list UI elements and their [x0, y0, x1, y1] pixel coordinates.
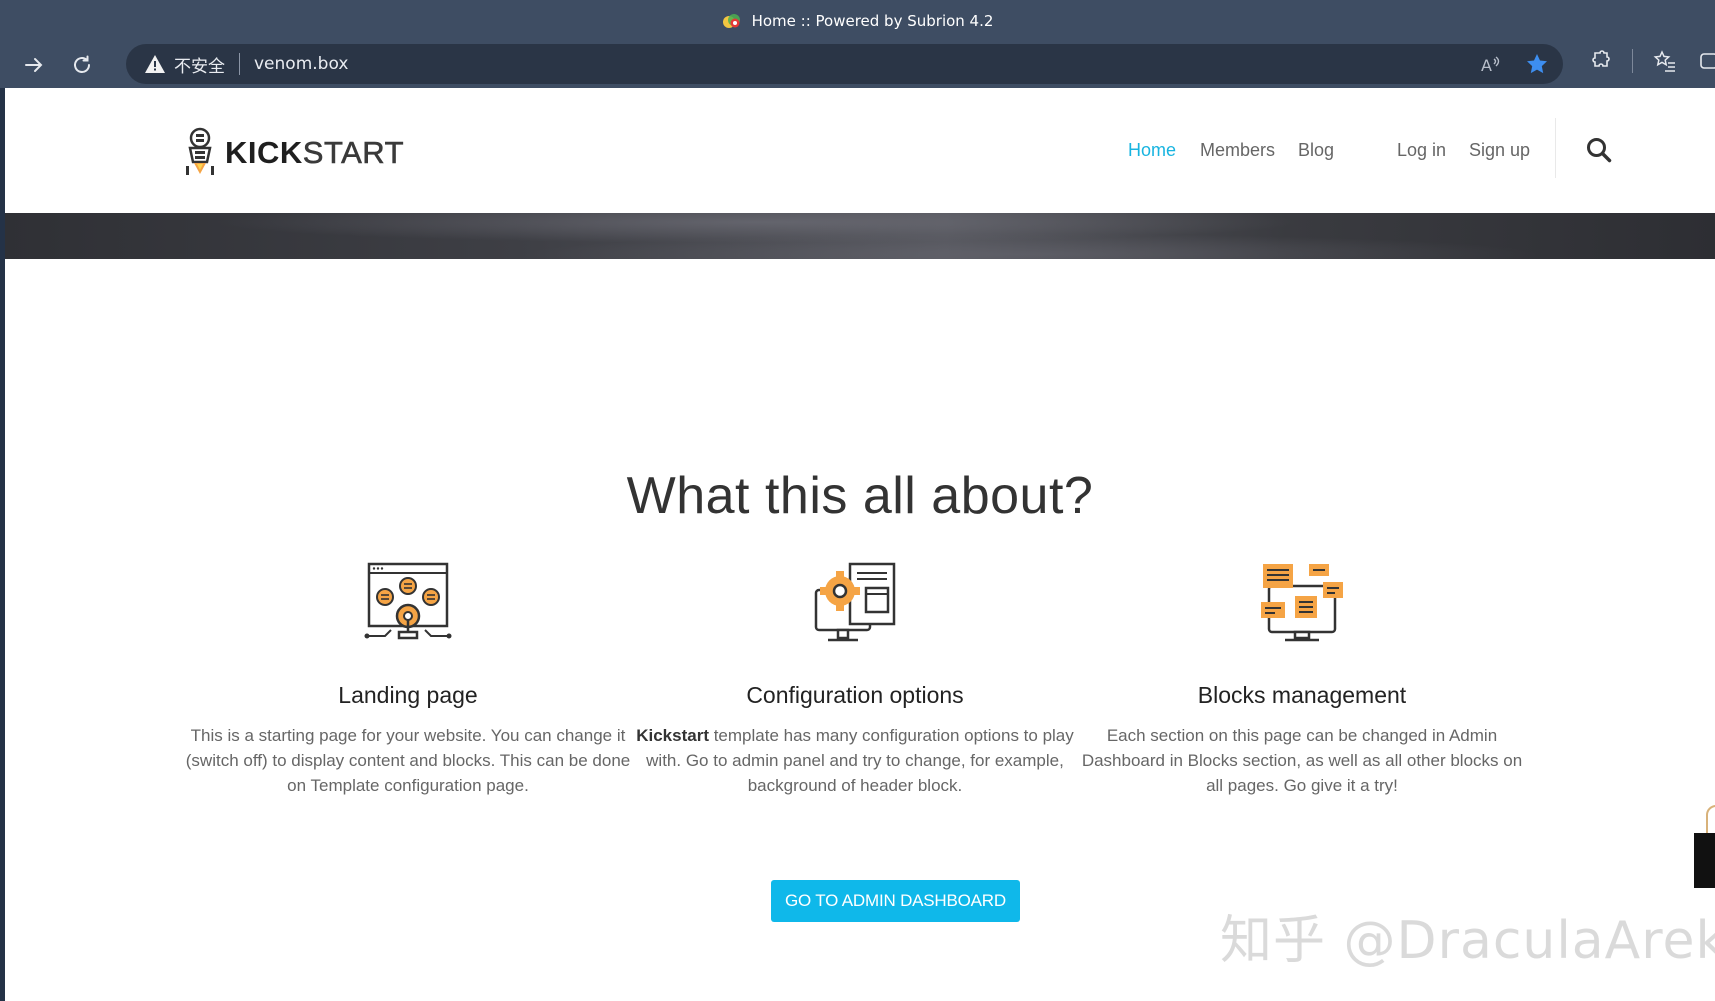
security-label[interactable]: 不安全 [174, 52, 225, 77]
toolbar-divider [1632, 49, 1633, 73]
reload-icon [74, 55, 90, 73]
feature-title: Configuration options [746, 682, 964, 708]
search-icon [1587, 138, 1612, 163]
feature-blocks-management: Blocks management Each section on this p… [1072, 560, 1532, 798]
favorite-star-icon[interactable] [1525, 52, 1549, 76]
nav-members[interactable]: Members [1200, 140, 1275, 161]
feature-description: This is a starting page for your website… [185, 726, 631, 795]
address-divider [239, 53, 240, 75]
address-bar[interactable]: 不安全 venom.box A [126, 44, 1563, 84]
site-favicon-icon [722, 14, 740, 28]
feature-title: Landing page [338, 682, 478, 708]
edge-overlay-block [1694, 833, 1715, 888]
feature-description: Each section on this page can be changed… [1081, 726, 1523, 795]
feature-landing-page: Landing page This is a starting page for… [178, 560, 638, 798]
section-title: What this all about? [626, 467, 1094, 526]
site-logo[interactable]: KICKSTART [183, 126, 404, 180]
address-bar-actions: A [1479, 52, 1549, 76]
landing-page-icon [363, 560, 453, 650]
feature-description: Kickstart template has many configuratio… [625, 723, 1085, 798]
go-to-admin-dashboard-button[interactable]: GO TO ADMIN DASHBOARD [771, 880, 1020, 922]
logo-bold-text: KICK [225, 135, 303, 170]
web-page: KICKSTART Home Members Blog Log in Sign … [5, 88, 1715, 1001]
collections-icon[interactable] [1697, 49, 1715, 73]
nav-signup[interactable]: Sign up [1469, 140, 1530, 161]
nav-login[interactable]: Log in [1397, 140, 1446, 161]
reload-button[interactable] [66, 49, 98, 81]
configuration-options-icon [810, 560, 900, 650]
blocks-management-icon [1257, 560, 1347, 650]
logo-text: KICKSTART [225, 135, 404, 171]
browser-extras [1588, 49, 1715, 73]
feature-configuration-options: Configuration options Kickstart template… [625, 560, 1085, 798]
header-background-image [5, 213, 1715, 259]
warning-icon [145, 55, 165, 73]
svg-text:A: A [1481, 56, 1492, 75]
watermark-text: 知乎 @DraculaArek [1220, 911, 1715, 971]
forward-button[interactable] [18, 49, 50, 81]
url-text[interactable]: venom.box [254, 54, 348, 74]
extensions-puzzle-icon[interactable] [1588, 49, 1612, 73]
browser-title-bar: Home :: Powered by Subrion 4.2 [0, 0, 1715, 42]
read-aloud-icon[interactable]: A [1479, 52, 1503, 76]
nav-home[interactable]: Home [1128, 140, 1176, 161]
rocket-logo-icon [186, 127, 214, 175]
nav-divider [1555, 118, 1556, 178]
feature-description-text: template has many configuration options … [646, 726, 1074, 795]
browser-toolbar: 不安全 venom.box A [0, 42, 1715, 88]
nav-blog[interactable]: Blog [1298, 140, 1334, 161]
site-header: KICKSTART Home Members Blog Log in Sign … [5, 88, 1715, 213]
logo-light-text: START [302, 135, 405, 171]
feature-bold-lead: Kickstart [636, 726, 709, 745]
search-button[interactable] [1585, 136, 1613, 164]
feature-title: Blocks management [1197, 682, 1407, 708]
arrow-right-icon [25, 58, 43, 72]
tab-title: Home :: Powered by Subrion 4.2 [751, 12, 994, 30]
favorites-list-icon[interactable] [1653, 49, 1677, 73]
